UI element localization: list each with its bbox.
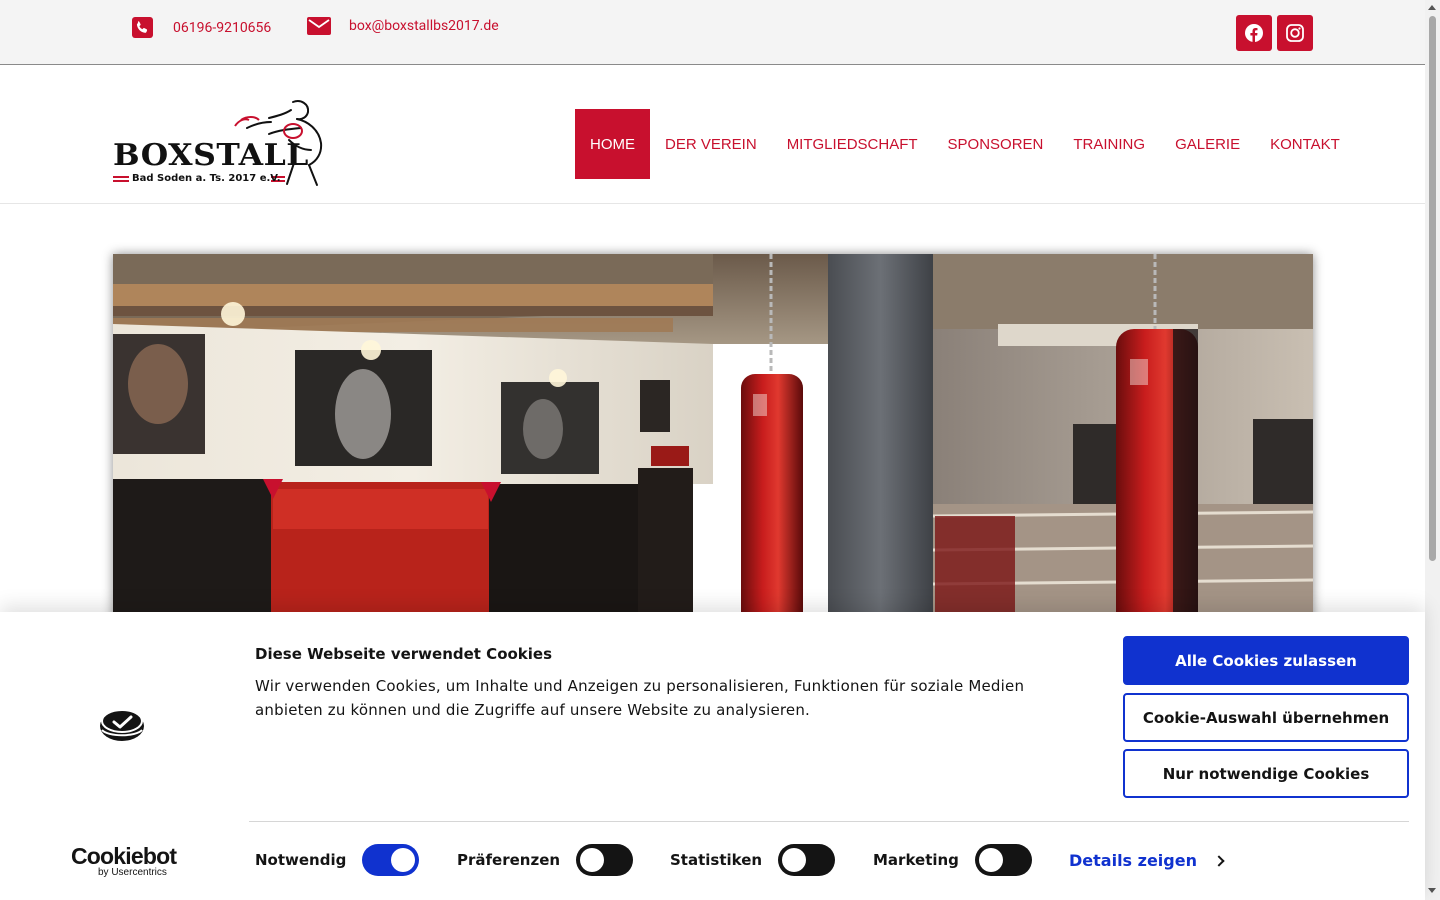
toggle-knob	[782, 848, 806, 872]
toggle-label-praeferenzen: Präferenzen	[457, 851, 561, 869]
nav-item-sponsoren[interactable]: SPONSOREN	[933, 109, 1059, 179]
toggle-statistiken[interactable]	[778, 844, 835, 876]
scroll-down-arrow-icon[interactable]	[1428, 888, 1436, 893]
main-navigation: HOME DER VEREIN MITGLIEDSCHAFT SPONSOREN…	[575, 109, 1355, 179]
chevron-right-icon	[1213, 854, 1225, 867]
site-logo[interactable]: BOXSTALL Bad Soden a. Ts. 2017 e.V.	[113, 98, 335, 188]
gym-photo	[113, 254, 1313, 674]
allow-all-cookies-button[interactable]: Alle Cookies zulassen	[1123, 636, 1409, 685]
nav-item-training[interactable]: TRAINING	[1058, 109, 1160, 179]
toggle-knob	[979, 848, 1003, 872]
email-contact[interactable]: box@boxstallbs2017.de	[307, 17, 499, 35]
site-header: BOXSTALL Bad Soden a. Ts. 2017 e.V. HOME…	[0, 66, 1425, 204]
toggle-knob	[580, 848, 604, 872]
cookiebot-name: Cookiebot	[71, 843, 177, 869]
nav-item-galerie[interactable]: GALERIE	[1160, 109, 1255, 179]
facebook-link[interactable]	[1236, 15, 1272, 51]
toggle-label-marketing: Marketing	[873, 851, 959, 869]
logo-title: BOXSTALL	[113, 138, 309, 173]
instagram-icon	[1286, 24, 1304, 42]
page-scrollbar[interactable]	[1425, 0, 1440, 900]
phone-number[interactable]: 06196-9210656	[173, 20, 271, 36]
logo-stripe	[113, 180, 129, 182]
cookie-icon	[100, 709, 144, 741]
details-link[interactable]: Details zeigen	[1069, 851, 1225, 870]
nav-item-kontakt[interactable]: KONTAKT	[1255, 109, 1355, 179]
necessary-only-button[interactable]: Nur notwendige Cookies	[1123, 749, 1409, 798]
logo-stripe	[113, 176, 129, 178]
cookiebot-logo: Cookiebot by Usercentrics	[71, 843, 177, 878]
top-bar: 06196-9210656 box@boxstallbs2017.de	[0, 0, 1425, 65]
toggle-label-statistiken: Statistiken	[670, 851, 763, 869]
toggle-marketing[interactable]	[975, 844, 1032, 876]
toggle-praeferenzen[interactable]	[576, 844, 633, 876]
toggle-knob	[391, 848, 415, 872]
nav-item-mitgliedschaft[interactable]: MITGLIEDSCHAFT	[772, 109, 933, 179]
allow-selection-button[interactable]: Cookie-Auswahl übernehmen	[1123, 693, 1409, 742]
logo-subtitle: Bad Soden a. Ts. 2017 e.V.	[132, 173, 281, 184]
nav-item-home[interactable]: HOME	[575, 109, 650, 179]
email-address[interactable]: box@boxstallbs2017.de	[349, 18, 499, 34]
instagram-link[interactable]	[1277, 15, 1313, 51]
cookiebot-by-usercentrics: by Usercentrics	[98, 867, 167, 878]
phone-contact[interactable]: 06196-9210656	[132, 17, 271, 38]
phone-icon	[132, 17, 153, 38]
cookie-title: Diese Webseite verwendet Cookies	[255, 645, 553, 663]
details-label[interactable]: Details zeigen	[1069, 851, 1197, 870]
toggle-label-notwendig: Notwendig	[255, 851, 347, 869]
nav-item-der-verein[interactable]: DER VEREIN	[650, 109, 772, 179]
facebook-icon	[1245, 24, 1263, 42]
cookie-description: Wir verwenden Cookies, um Inhalte und An…	[255, 677, 1025, 719]
cookie-divider	[249, 821, 1409, 822]
hero-image	[113, 254, 1313, 674]
scroll-thumb[interactable]	[1429, 16, 1436, 561]
toggle-notwendig[interactable]	[362, 844, 419, 876]
envelope-icon	[307, 17, 331, 35]
cookie-consent-banner: Diese Webseite verwendet Cookies Wir ver…	[0, 612, 1425, 900]
scroll-up-arrow-icon[interactable]	[1428, 5, 1436, 10]
